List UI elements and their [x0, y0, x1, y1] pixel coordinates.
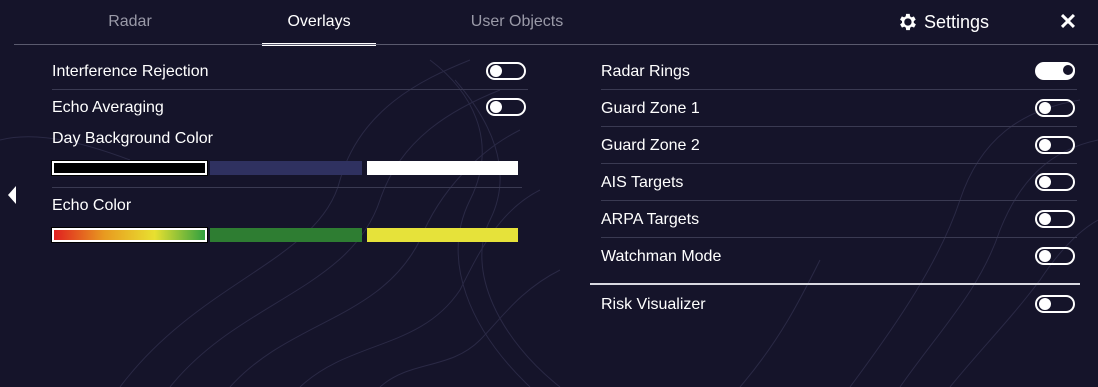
collapse-arrow-icon[interactable]: [8, 186, 16, 204]
gear-icon: [900, 13, 916, 31]
arpa-targets-toggle[interactable]: [1035, 210, 1075, 228]
tab-user-objects[interactable]: User Objects: [454, 0, 580, 44]
arpa-targets-label: ARPA Targets: [601, 211, 700, 228]
tab-bar-divider: [14, 44, 1098, 45]
arpa-targets-row: ARPA Targets: [601, 202, 1077, 238]
radar-rings-toggle[interactable]: [1035, 62, 1075, 80]
left-section-divider: [52, 187, 522, 188]
ais-targets-label: AIS Targets: [601, 174, 684, 191]
day-bg-swatch-navy[interactable]: [210, 161, 362, 175]
radar-rings-row: Radar Rings: [601, 54, 1077, 90]
guard-zone-2-row: Guard Zone 2: [601, 128, 1077, 164]
echo-color-swatch-multicolor[interactable]: [51, 227, 208, 243]
day-background-color-label: Day Background Color: [52, 130, 213, 147]
settings-button[interactable]: Settings: [896, 0, 989, 44]
tab-overlays[interactable]: Overlays: [262, 0, 376, 46]
watchman-mode-label: Watchman Mode: [601, 248, 722, 265]
tab-bar: Radar Overlays User Objects Settings ✕: [0, 0, 1098, 46]
echo-color-label: Echo Color: [52, 197, 132, 214]
risk-visualizer-toggle[interactable]: [1035, 295, 1075, 313]
echo-color-swatch-green[interactable]: [210, 228, 362, 242]
tab-radar[interactable]: Radar: [82, 0, 178, 44]
interference-rejection-toggle[interactable]: [486, 62, 526, 80]
echo-averaging-row: Echo Averaging: [52, 90, 528, 126]
guard-zone-2-toggle[interactable]: [1035, 136, 1075, 154]
risk-visualizer-label: Risk Visualizer: [601, 296, 706, 313]
close-button[interactable]: ✕: [1054, 0, 1082, 44]
guard-zone-1-row: Guard Zone 1: [601, 91, 1077, 127]
echo-averaging-label: Echo Averaging: [52, 99, 164, 116]
echo-color-swatch-yellow[interactable]: [367, 228, 518, 242]
radar-rings-label: Radar Rings: [601, 63, 690, 80]
day-bg-swatch-black[interactable]: [51, 160, 208, 176]
guard-zone-1-label: Guard Zone 1: [601, 100, 700, 117]
day-bg-swatch-white[interactable]: [367, 161, 518, 175]
ais-targets-row: AIS Targets: [601, 165, 1077, 201]
guard-zone-1-toggle[interactable]: [1035, 99, 1075, 117]
interference-rejection-row: Interference Rejection: [52, 54, 528, 90]
watchman-mode-row: Watchman Mode: [601, 239, 1077, 275]
ais-targets-toggle[interactable]: [1035, 173, 1075, 191]
echo-averaging-toggle[interactable]: [486, 98, 526, 116]
risk-visualizer-row: Risk Visualizer: [601, 287, 1077, 323]
settings-label: Settings: [924, 12, 990, 32]
watchman-mode-toggle[interactable]: [1035, 247, 1075, 265]
interference-rejection-label: Interference Rejection: [52, 63, 209, 80]
risk-visualizer-divider: [590, 283, 1080, 285]
guard-zone-2-label: Guard Zone 2: [601, 137, 700, 154]
